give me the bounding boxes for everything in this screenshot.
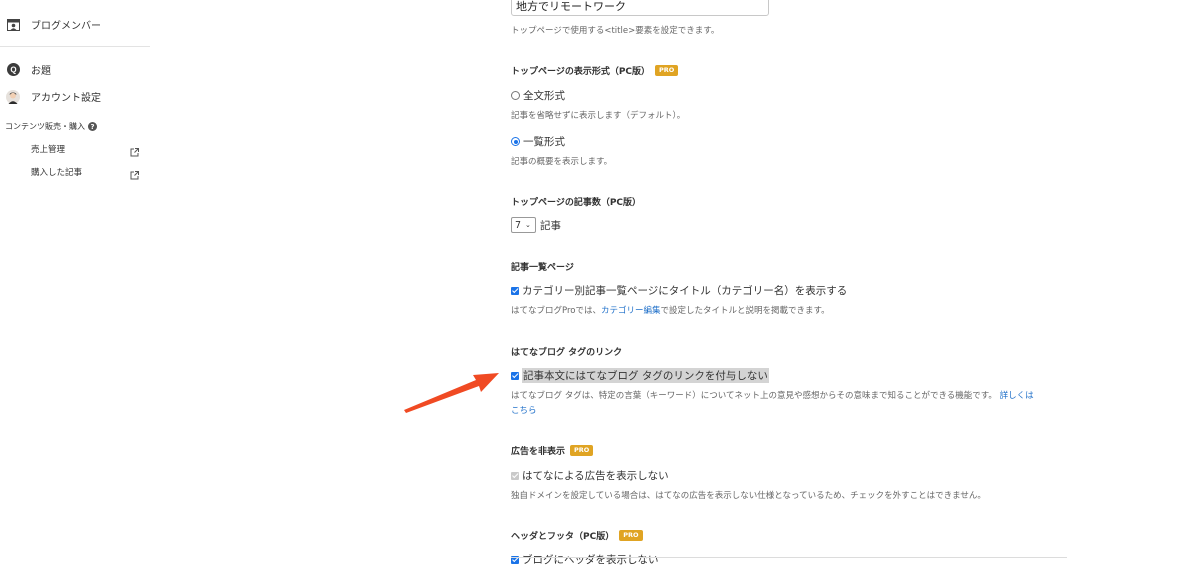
radio-list[interactable]: 一覧形式 [511, 134, 565, 149]
post-count-heading: トップページの記事数（PC版） [511, 198, 642, 208]
radio-icon[interactable] [511, 137, 520, 146]
tag-link-help: はてなブログ タグは、特定の言葉（キーワード）についてネット上の意見や感想からそ… [511, 391, 1034, 401]
details-link-cont[interactable]: こちら [511, 406, 537, 416]
post-count-select[interactable]: 7 ⌄ [511, 217, 536, 233]
checkbox-icon [511, 471, 519, 480]
menu-icon [6, 0, 20, 7]
sidebar-item-odai[interactable]: Q お題 [6, 62, 51, 77]
sidebar-item-label: アカウント設定 [31, 93, 101, 104]
odai-icon: Q [6, 63, 20, 77]
sidebar-divider [0, 46, 150, 47]
sidebar-item-purchased[interactable]: 購入した記事 [31, 166, 82, 178]
ads-help: 独自ドメインを設定している場合は、はてなの広告を表示しない仕様となっているため、… [511, 491, 986, 501]
pro-badge: PRO [655, 65, 679, 76]
display-format-heading: トップページの表示形式（PC版） PRO [511, 64, 679, 77]
ads-heading: 広告を非表示 PRO [511, 444, 594, 457]
sidebar-item-label: ブログメンバー [31, 21, 101, 32]
sidebar-item-partial[interactable] [6, 0, 31, 7]
archive-heading: 記事一覧ページ [511, 263, 574, 273]
help-icon[interactable]: ? [88, 122, 97, 131]
chevron-down-icon: ⌄ [525, 221, 531, 229]
svg-text:Q: Q [10, 66, 16, 75]
full-text-help: 記事を省略せずに表示します（デフォルト）。 [511, 111, 686, 121]
tag-link-help-cont: こちら [511, 404, 537, 416]
checkbox-icon[interactable] [511, 371, 519, 380]
details-link[interactable]: 詳しくは [1000, 391, 1034, 401]
pro-badge: PRO [619, 530, 643, 541]
radio-icon[interactable] [511, 91, 520, 100]
content-sales-heading: コンテンツ販売・購入 ? [5, 121, 97, 132]
pro-badge: PRO [570, 445, 594, 456]
post-count-unit: 記事 [540, 220, 561, 232]
sidebar-item-label: お題 [31, 66, 51, 77]
sidebar: ブログメンバー Q お題 アカウント設定 コンテンツ販売・購入 ? 売上管理 購… [0, 0, 150, 561]
sidebar-item-account[interactable]: アカウント設定 [6, 89, 101, 104]
avatar [6, 89, 20, 104]
category-edit-link[interactable]: カテゴリー編集 [601, 306, 661, 316]
hide-header-checkbox[interactable]: ブログにヘッダを表示しない [511, 552, 659, 567]
hide-ads-checkbox[interactable]: はてなによる広告を表示しない [511, 468, 669, 483]
archive-category-checkbox[interactable]: カテゴリー別記事一覧ページにタイトル（カテゴリー名）を表示する [511, 283, 847, 298]
tag-link-checkbox[interactable]: 記事本文にはてなブログ タグのリンクを付与しない [511, 368, 769, 383]
checkbox-icon[interactable] [511, 286, 519, 295]
sidebar-item-members[interactable]: ブログメンバー [6, 17, 101, 32]
external-link-icon[interactable] [130, 165, 139, 180]
tag-link-heading: はてなブログ タグのリンク [511, 348, 623, 358]
sidebar-item-sales[interactable]: 売上管理 [31, 143, 65, 155]
bottom-divider [511, 557, 1067, 558]
radio-full-text[interactable]: 全文形式 [511, 88, 565, 103]
header-footer-heading: ヘッダとフッタ（PC版） PRO [511, 529, 643, 542]
title-help-text: トップページで使用する<title>要素を設定できます。 [511, 26, 720, 36]
members-icon [6, 18, 20, 32]
list-help: 記事の概要を表示します。 [511, 157, 613, 167]
archive-help: はてなブログProでは、カテゴリー編集で設定したタイトルと説明を掲載できます。 [511, 306, 830, 316]
external-link-icon[interactable] [130, 142, 139, 157]
blog-title-input[interactable] [511, 0, 769, 16]
